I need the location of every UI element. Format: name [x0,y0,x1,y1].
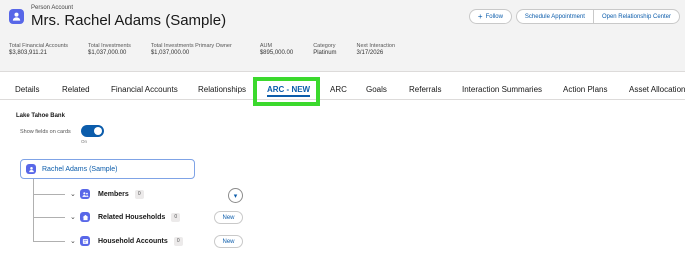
highlight-field: AUM $895,000.00 [260,43,293,56]
person-account-icon [9,9,24,24]
record-header: Person Account Mrs. Rachel Adams (Sample… [0,0,685,72]
bank-name: Lake Tahoe Bank [16,113,65,119]
tree-node-label: Household Accounts [98,237,168,245]
field-value: Platinum [313,50,337,56]
field-value: 3/17/2026 [356,50,384,56]
new-related-household-button[interactable]: New [214,211,243,224]
tab-goals[interactable]: Goals [366,79,387,100]
header-actions: + Follow Schedule Appointment Open Relat… [468,9,680,24]
tree-node-related-households[interactable]: ⌄ Related Households 0 [70,211,181,223]
show-fields-label: Show fields on cards [20,129,71,135]
count-badge: 0 [171,212,181,222]
highlight-field: Category Platinum [313,43,336,56]
household-icon [80,212,90,222]
field-label: Category [313,43,336,49]
tab-relationships[interactable]: Relationships [198,79,246,100]
field-label: AUM [259,43,273,49]
open-relationship-center-button[interactable]: Open Relationship Center [593,9,680,24]
field-value: $3,803,911.21 [9,50,47,56]
active-tab-highlight-box [253,77,320,106]
account-icon [80,236,90,246]
new-household-account-button[interactable]: New [214,235,243,248]
highlight-field: Total Investments Primary Owner $1,037,0… [151,43,232,56]
tab-asset-allocation[interactable]: Asset Allocation [629,79,685,100]
chevron-down-icon[interactable]: ⌄ [70,213,80,221]
schedule-appointment-button[interactable]: Schedule Appointment [515,9,594,24]
highlights-panel: Total Financial Accounts $3,803,911.21 T… [9,43,415,56]
tree-connector [33,179,34,242]
root-node-label: Rachel Adams (Sample) [42,165,118,173]
plus-icon: + [477,12,483,21]
root-household-node[interactable]: Rachel Adams (Sample) [20,159,195,179]
tree-node-members[interactable]: ⌄ Members 0 [70,188,144,200]
group-icon [80,189,90,199]
show-fields-toggle[interactable] [81,125,104,137]
field-value: $895,000.00 [259,50,294,56]
highlight-field: Total Financial Accounts $3,803,911.21 [9,43,68,56]
count-badge: 0 [173,236,183,246]
tree-connector [33,194,65,195]
follow-button[interactable]: + Follow [468,9,512,24]
field-label: Total Investments [88,43,131,49]
tree-connector [33,241,65,242]
highlight-field: Next Interaction 3/17/2026 [357,43,396,56]
tab-arc[interactable]: ARC [330,79,347,100]
tab-details[interactable]: Details [15,79,39,100]
tab-related[interactable]: Related [62,79,90,100]
tab-bar: Details Related Financial Accounts Relat… [0,79,685,100]
toggle-state-label: On [81,139,88,144]
tree-node-label: Members [98,190,129,198]
field-label: Next Interaction [356,43,396,49]
action-button-group: Schedule Appointment Open Relationship C… [515,9,680,24]
person-account-icon [26,164,36,174]
field-value: $1,037,000.00 [150,50,190,56]
highlight-field: Total Investments $1,037,000.00 [88,43,131,56]
tree-connector [33,217,65,218]
field-value: $1,037,000.00 [88,50,127,56]
field-label: Total Financial Accounts [9,43,69,49]
chevron-down-icon[interactable]: ⌄ [70,237,80,245]
tab-interaction-summaries[interactable]: Interaction Summaries [462,79,542,100]
tab-financial-accounts[interactable]: Financial Accounts [111,79,178,100]
tree-node-household-accounts[interactable]: ⌄ Household Accounts 0 [70,235,183,247]
members-menu-dropdown-button[interactable]: ▾ [228,188,243,203]
tab-action-plans[interactable]: Action Plans [563,79,607,100]
record-type-label: Person Account [31,5,74,11]
tree-node-label: Related Households [98,213,166,221]
follow-label: Follow [485,13,503,20]
chevron-down-icon[interactable]: ⌄ [70,190,80,198]
field-label: Total Investments Primary Owner [150,43,232,49]
count-badge: 0 [134,189,144,199]
tab-referrals[interactable]: Referrals [409,79,441,100]
record-title: Mrs. Rachel Adams (Sample) [31,12,227,29]
